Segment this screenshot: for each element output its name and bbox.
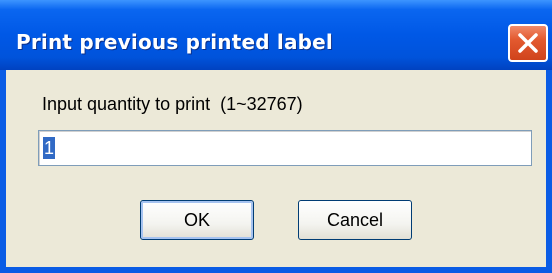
close-button[interactable] xyxy=(508,24,548,62)
dialog-body: Input quantity to print (1~32767) 1 OK C… xyxy=(6,70,546,267)
title-bar[interactable]: Print previous printed label xyxy=(0,0,552,70)
print-dialog-window: Print previous printed label Input quant… xyxy=(0,0,552,273)
cancel-button[interactable]: Cancel xyxy=(298,200,412,240)
ok-button[interactable]: OK xyxy=(140,200,254,240)
quantity-value: 1 xyxy=(43,137,56,159)
quantity-input[interactable]: 1 xyxy=(38,130,532,166)
close-icon xyxy=(518,33,538,53)
window-title: Print previous printed label xyxy=(16,30,333,54)
quantity-prompt-label: Input quantity to print (1~32767) xyxy=(42,94,303,114)
